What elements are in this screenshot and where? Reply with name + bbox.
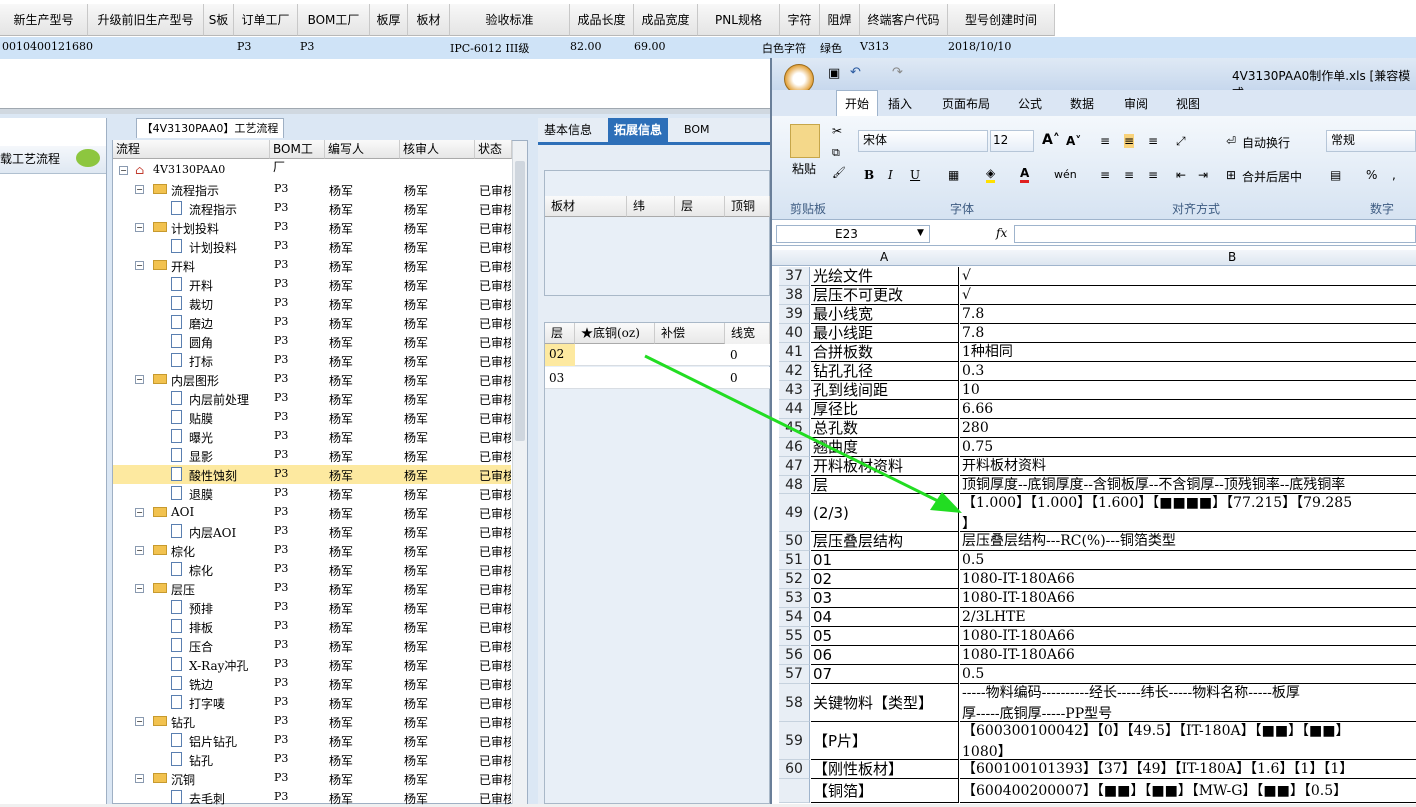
- green-arrow: [644, 354, 962, 513]
- arrow-shaft: [644, 354, 941, 504]
- arrow-head-icon: [930, 492, 962, 513]
